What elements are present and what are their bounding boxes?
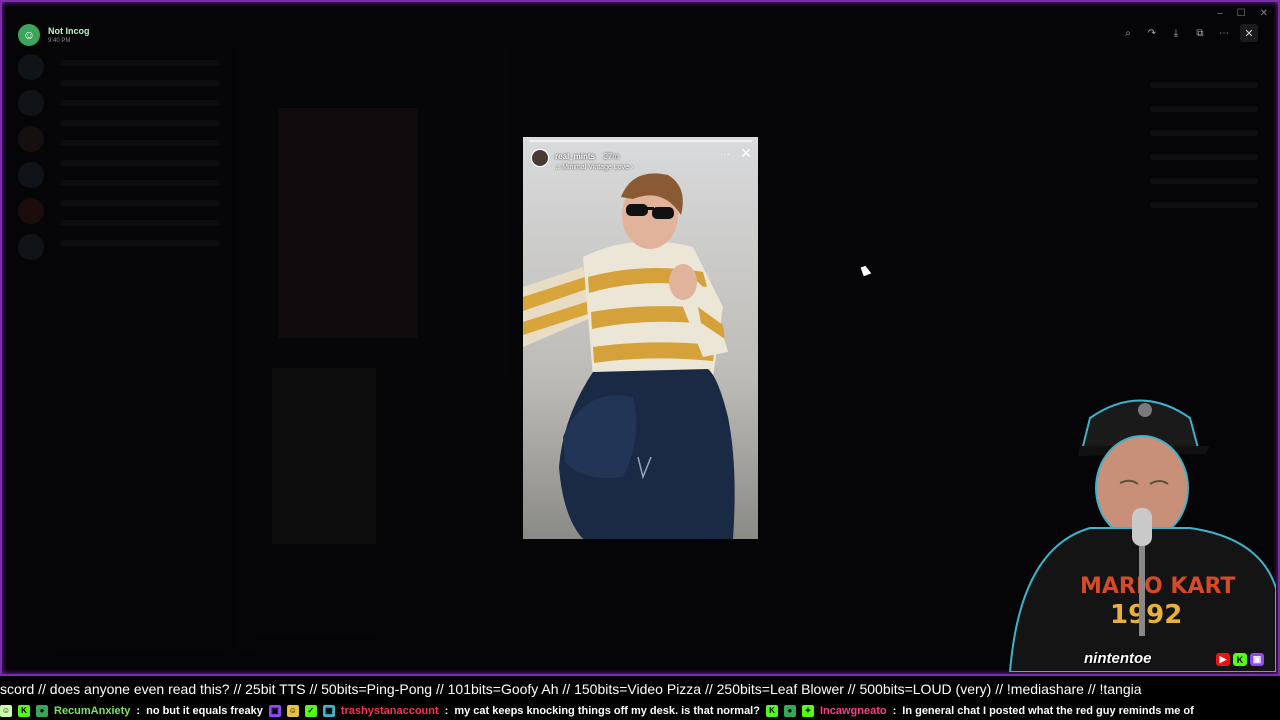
- channel-row: [60, 80, 220, 86]
- chat-message: :: [136, 705, 141, 717]
- kick-icon: K: [1233, 653, 1247, 666]
- share-icon[interactable]: ↷: [1144, 25, 1160, 41]
- chat-message: In general chat I posted what the red gu…: [902, 705, 1194, 717]
- webcam-feed: MARIO KART 1992: [1008, 399, 1276, 672]
- server-icon: [18, 162, 44, 188]
- viewer-close-button[interactable]: ✕: [1240, 24, 1258, 42]
- story-progress-bar: [529, 140, 752, 142]
- svg-text:MARIO KART: MARIO KART: [1080, 574, 1235, 599]
- minimize-button[interactable]: –: [1217, 8, 1223, 19]
- chat-message: :: [892, 705, 897, 717]
- more-icon[interactable]: ⋯: [1216, 25, 1232, 41]
- story-age: 27m: [603, 151, 620, 161]
- server-icon: [18, 90, 44, 116]
- social-icons: ▶ K ▣: [1216, 653, 1264, 666]
- app-name: Not Incog: [48, 25, 90, 36]
- server-icon: [18, 126, 44, 152]
- chat-message: no but it equals freaky: [146, 705, 263, 717]
- server-icon: [18, 198, 44, 224]
- story-more-icon[interactable]: ···: [720, 149, 730, 160]
- open-external-icon[interactable]: ⧉: [1192, 25, 1208, 41]
- channel-row: [60, 180, 220, 186]
- chat-username: Incawgneato: [819, 705, 887, 717]
- donation-ticker: scord // does anyone even read this? // …: [0, 680, 1280, 698]
- youtube-icon: ▶: [1216, 653, 1230, 666]
- channel-row: [60, 200, 220, 206]
- story-music-label[interactable]: ♫ Minimal Vintage Love ›: [555, 164, 633, 171]
- channel-row: [60, 120, 220, 126]
- avatar[interactable]: [531, 149, 549, 167]
- window-controls: – ☐ ✕: [1217, 8, 1268, 19]
- channel-list: [50, 46, 230, 652]
- channel-brand: nintentoe: [1084, 650, 1152, 667]
- mod-badge-icon: ▦: [322, 705, 335, 717]
- app-badge: ☺ Not Incog 9:40 PM: [18, 24, 90, 46]
- chat-badge-icon: ●: [783, 705, 796, 717]
- server-icon: [18, 54, 44, 80]
- story-image[interactable]: real_mints 27m ♫ Minimal Vintage Love › …: [523, 137, 758, 539]
- member-row: [1150, 130, 1258, 136]
- story-header: real_mints 27m ♫ Minimal Vintage Love ›: [531, 146, 750, 171]
- member-row: [1150, 106, 1258, 112]
- app-time: 9:40 PM: [48, 37, 71, 44]
- server-icon: [18, 234, 44, 260]
- channel-row: [60, 100, 220, 106]
- chat-username: trashystanaccount: [340, 705, 439, 717]
- member-row: [1150, 202, 1258, 208]
- svg-text:1992: 1992: [1110, 600, 1182, 630]
- user-avatar-icon: ☺: [0, 705, 12, 717]
- download-icon[interactable]: ⤓: [1168, 25, 1184, 41]
- story-photo: [523, 137, 758, 539]
- server-list: [14, 54, 48, 652]
- kick-badge-icon: K: [765, 705, 778, 717]
- story-username[interactable]: real_mints: [555, 152, 595, 161]
- sub-badge-icon: ▣: [268, 705, 281, 717]
- window-close-button[interactable]: ✕: [1260, 8, 1268, 19]
- channel-row: [60, 140, 220, 146]
- check-badge-icon: ✓: [304, 705, 317, 717]
- chat-badge-icon: ●: [36, 705, 48, 717]
- member-row: [1150, 154, 1258, 160]
- zoom-icon[interactable]: ⌕: [1120, 25, 1136, 41]
- viewer-toolbar: ⌕ ↷ ⤓ ⧉ ⋯ ✕: [1120, 24, 1258, 42]
- chat-overlay: ☺ K ● RecumAnxiety : no but it equals fr…: [0, 702, 1280, 720]
- discord-icon: ☺: [18, 24, 40, 46]
- chat-image: [278, 108, 418, 338]
- chat-message: :: [444, 705, 449, 717]
- chat-username: RecumAnxiety: [54, 705, 131, 717]
- member-row: [1150, 178, 1258, 184]
- channel-row: [60, 60, 220, 66]
- chat-image: [272, 368, 376, 544]
- kick-badge-icon: K: [18, 705, 30, 717]
- chat-message: my cat keeps knocking things off my desk…: [454, 705, 760, 717]
- emote-badge-icon: ☺: [286, 705, 299, 717]
- star-badge-icon: ✦: [801, 705, 814, 717]
- twitch-icon: ▣: [1250, 653, 1264, 666]
- channel-row: [60, 160, 220, 166]
- channel-row: [60, 220, 220, 226]
- channel-row: [60, 240, 220, 246]
- member-row: [1150, 82, 1258, 88]
- story-close-icon[interactable]: ✕: [740, 145, 752, 162]
- maximize-button[interactable]: ☐: [1237, 8, 1246, 19]
